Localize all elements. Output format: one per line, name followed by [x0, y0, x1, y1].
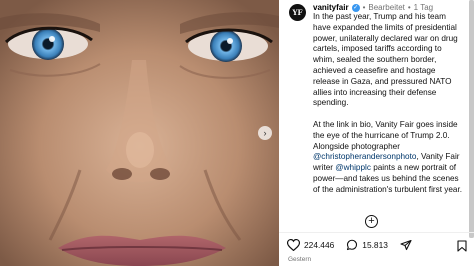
mention-link-whipplc[interactable]: @whipplc	[335, 163, 371, 172]
share-icon	[400, 239, 412, 251]
caption-scrollbar-thumb[interactable]	[469, 0, 474, 238]
caption-paragraph-1: In the past year, Trump and his team hav…	[313, 12, 458, 108]
chevron-right-icon: ›	[263, 127, 267, 138]
header-separator-2: •	[407, 3, 411, 12]
avatar-monogram: YF	[292, 8, 303, 17]
caption-paragraph-2: At the link in bio, Vanity Fair goes ins…	[313, 120, 463, 196]
header-separator: •	[362, 3, 366, 12]
comment-icon	[347, 239, 358, 251]
divider	[279, 232, 474, 233]
share-button[interactable]	[400, 239, 412, 251]
verified-badge-icon: ✓	[351, 3, 360, 12]
action-bar: 224.446 15.813	[287, 238, 424, 252]
save-button[interactable]	[457, 239, 467, 257]
post-detail-panel: YF vanityfair ✓ • Bearbeitet • 1 Tag In …	[279, 0, 474, 266]
avatar[interactable]: YF	[289, 4, 306, 21]
mention-link-christopherandersonphoto[interactable]: @christopherandersonphoto	[313, 152, 416, 161]
carousel-next-button[interactable]: ›	[258, 126, 272, 140]
like-button[interactable]: 224.446	[287, 239, 334, 251]
edited-label: Bearbeitet	[368, 3, 405, 12]
like-count[interactable]: 224.446	[304, 240, 334, 250]
post-caption: In the past year, Trump and his team hav…	[313, 12, 463, 206]
heart-icon	[287, 239, 300, 251]
bookmark-icon	[457, 240, 467, 252]
post-age[interactable]: 1 Tag	[414, 3, 433, 12]
username-link[interactable]: vanityfair	[313, 3, 349, 12]
plus-icon: +	[368, 215, 375, 227]
add-comment-button[interactable]: +	[365, 215, 378, 228]
caption-text: At the link in bio, Vanity Fair goes ins…	[313, 119, 458, 151]
comment-button[interactable]: 15.813	[346, 239, 388, 251]
comment-count[interactable]: 15.813	[362, 240, 388, 250]
post-header: vanityfair ✓ • Bearbeitet • 1 Tag	[313, 3, 433, 12]
post-image[interactable]: ›	[0, 0, 279, 266]
face-photo-illustration	[0, 0, 279, 266]
post-timestamp[interactable]: Gestern	[288, 256, 311, 263]
